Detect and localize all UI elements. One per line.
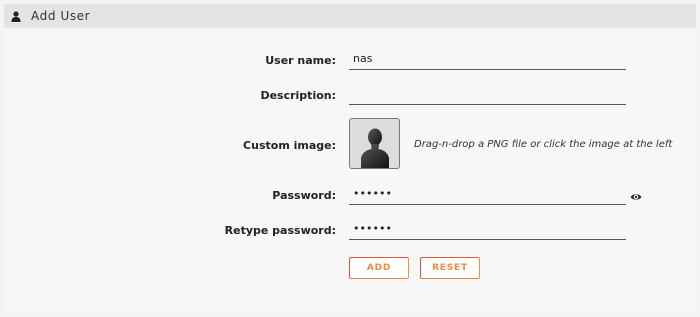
description-input[interactable] [349,83,626,105]
password-input[interactable] [349,183,626,205]
description-label: Description: [260,89,336,102]
password-label: Password: [272,189,336,202]
eye-icon[interactable] [630,189,642,200]
reset-button[interactable]: RESET [420,257,480,279]
retype-password-label: Retype password: [224,224,336,237]
retype-password-input[interactable] [349,218,626,240]
username-input[interactable] [349,48,626,70]
custom-image-picker[interactable] [349,118,400,169]
panel-header: Add User [4,4,696,29]
avatar-silhouette-icon [360,128,389,168]
add-user-form: User name: Description: Custom image: Dr… [4,28,696,313]
custom-image-hint: Drag-n-drop a PNG file or click the imag… [414,139,673,150]
custom-image-label: Custom image: [243,139,336,152]
username-label: User name: [265,54,336,67]
add-button[interactable]: ADD [349,257,409,279]
user-icon [11,10,23,22]
panel-title: Add User [31,9,91,23]
